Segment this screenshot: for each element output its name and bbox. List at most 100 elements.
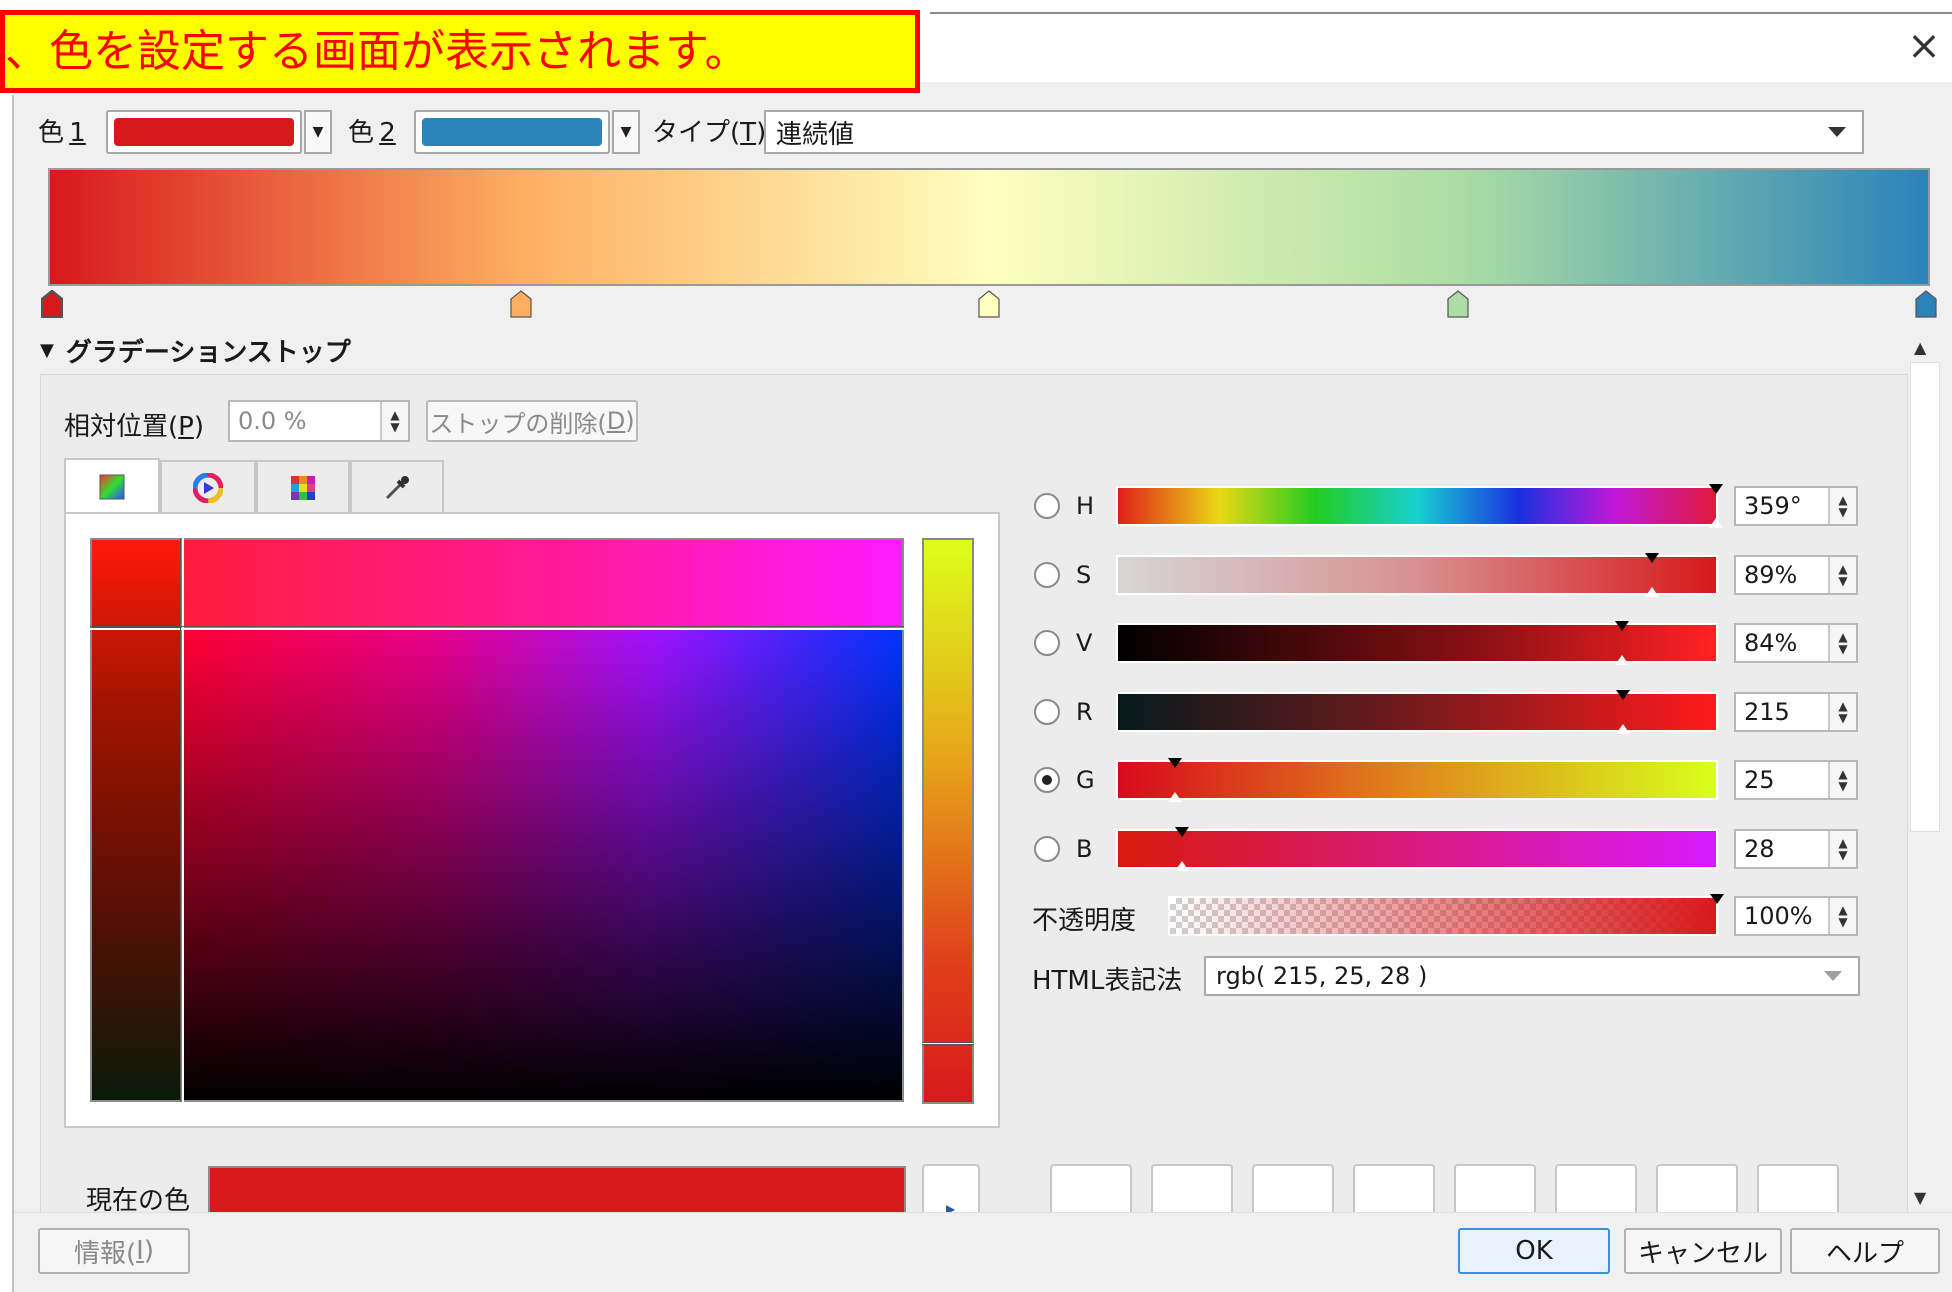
gradient-stop-marker[interactable] bbox=[509, 290, 532, 318]
close-button[interactable]: × bbox=[1900, 22, 1948, 70]
color-area-picker[interactable] bbox=[182, 628, 904, 1102]
channel-slider-handle[interactable] bbox=[1614, 621, 1629, 631]
color2-dropdown-button[interactable]: ▼ bbox=[612, 110, 640, 154]
relative-position-label: 相対位置(P) bbox=[64, 412, 204, 442]
channel-label-b: B bbox=[1076, 834, 1093, 863]
gradient-stop-marker[interactable] bbox=[1915, 290, 1937, 318]
channel-label-g: G bbox=[1076, 766, 1095, 794]
channel-slider-g[interactable] bbox=[1116, 760, 1718, 800]
channel-slider-handle-bottom bbox=[1616, 723, 1631, 734]
info-button[interactable]: 情報(I) bbox=[38, 1228, 190, 1274]
channel-slider-handle[interactable] bbox=[1167, 758, 1182, 768]
type-label: タイプ(T) bbox=[652, 118, 767, 148]
channel-slider-handle[interactable] bbox=[1175, 826, 1190, 837]
chevron-down-icon bbox=[1828, 127, 1846, 137]
html-notation-input[interactable]: rgb( 215, 25, 28 ) bbox=[1204, 956, 1860, 996]
previous-color-button[interactable]: ▶ bbox=[922, 1164, 980, 1216]
channel-radio-v[interactable] bbox=[1034, 630, 1060, 656]
tab-swatch-grid[interactable] bbox=[256, 460, 350, 514]
channel-slider-handle[interactable] bbox=[1644, 552, 1659, 563]
channel-radio-h[interactable] bbox=[1034, 493, 1060, 519]
type-select-value: 連続値 bbox=[776, 119, 855, 150]
opacity-label: 不透明度 bbox=[1032, 906, 1137, 936]
channel-spinbox-r[interactable]: 215 ▲ ▼ bbox=[1734, 691, 1858, 732]
channel-value: 25 bbox=[1744, 766, 1775, 794]
spin-arrows-icon[interactable]: ▲ ▼ bbox=[1828, 556, 1856, 593]
channel-slider-b[interactable] bbox=[1116, 828, 1718, 869]
swatch-cell[interactable] bbox=[1555, 1164, 1637, 1214]
spin-arrows-icon[interactable]: ▲ ▼ bbox=[380, 402, 408, 440]
color1-button[interactable] bbox=[106, 110, 302, 154]
vertical-slider-handle[interactable] bbox=[922, 1042, 974, 1045]
color2-button[interactable] bbox=[414, 110, 610, 154]
spin-arrows-icon[interactable]: ▲ ▼ bbox=[1828, 762, 1856, 798]
gradient-stop-marker[interactable] bbox=[40, 289, 64, 319]
chevron-down-icon[interactable] bbox=[1824, 971, 1842, 981]
channel-slider-handle-bottom bbox=[1709, 518, 1724, 528]
color1-label: 色 1 bbox=[38, 118, 86, 148]
relative-position-spinbox[interactable]: 0.0 % ▲ ▼ bbox=[228, 400, 410, 442]
channel-spinbox-b[interactable]: 28 ▲ ▼ bbox=[1734, 828, 1858, 869]
gradient-stop-marker[interactable] bbox=[1446, 290, 1469, 318]
window-left-edge bbox=[12, 95, 14, 1292]
channel-radio-g[interactable] bbox=[1034, 767, 1060, 793]
color-vertical-slider[interactable] bbox=[922, 538, 974, 1104]
swatch-cell[interactable] bbox=[1353, 1164, 1435, 1214]
channel-radio-s[interactable] bbox=[1034, 561, 1060, 588]
scrollbar-thumb[interactable] bbox=[1910, 362, 1940, 832]
ok-button[interactable]: OK bbox=[1458, 1228, 1610, 1274]
delete-stop-button[interactable]: ストップの削除(D) bbox=[426, 400, 638, 442]
spin-arrows-icon[interactable]: ▲ ▼ bbox=[1828, 488, 1856, 524]
color-area-left-strip[interactable] bbox=[90, 538, 182, 1102]
swatch-cell[interactable] bbox=[1252, 1164, 1334, 1214]
channel-slider-s[interactable] bbox=[1116, 554, 1718, 595]
opacity-slider-handle[interactable] bbox=[1710, 894, 1724, 904]
collapse-triangle-icon: ▼ bbox=[40, 339, 54, 361]
window-top-edge bbox=[930, 12, 1952, 14]
spin-arrows-icon[interactable]: ▲ ▼ bbox=[1828, 693, 1856, 730]
channel-slider-handle[interactable] bbox=[1709, 484, 1724, 494]
color-area-crosshair-shadow-v bbox=[180, 538, 181, 1102]
swatch-cell[interactable] bbox=[1454, 1164, 1536, 1214]
spin-arrows-icon[interactable]: ▲ ▼ bbox=[1828, 625, 1856, 661]
tab-color-wheel[interactable] bbox=[160, 460, 256, 514]
scroll-up-icon[interactable]: ▲ bbox=[1914, 338, 1926, 357]
chevron-down-icon: ▼ bbox=[620, 124, 632, 140]
swatch-cell[interactable] bbox=[1757, 1164, 1839, 1214]
gradient-preview[interactable] bbox=[48, 168, 1930, 286]
help-button[interactable]: ヘルプ bbox=[1790, 1228, 1940, 1274]
color-area-top-strip[interactable] bbox=[182, 538, 904, 628]
tab-eyedropper[interactable] bbox=[350, 460, 444, 514]
caption-banner: 、色を設定する画面が表示されます。 bbox=[0, 10, 920, 93]
channel-spinbox-v[interactable]: 84% ▲ ▼ bbox=[1734, 623, 1858, 663]
color2-label: 色 2 bbox=[348, 118, 396, 148]
swatch-grid-tab-icon bbox=[291, 476, 315, 500]
color-area-crosshair-horizontal bbox=[90, 628, 904, 630]
current-color-swatch bbox=[208, 1166, 906, 1214]
gradient-stops-section-header[interactable]: ▼ グラデーションストップ bbox=[40, 330, 351, 370]
swatch-cell[interactable] bbox=[1050, 1164, 1132, 1214]
channel-radio-b[interactable] bbox=[1034, 835, 1060, 862]
channel-value: 89% bbox=[1744, 560, 1798, 589]
opacity-spinbox[interactable]: 100% ▲ ▼ bbox=[1734, 896, 1858, 936]
opacity-slider[interactable] bbox=[1168, 896, 1718, 936]
tab-color-ramp[interactable] bbox=[64, 458, 160, 514]
color1-dropdown-button[interactable]: ▼ bbox=[304, 110, 332, 154]
color2-swatch bbox=[422, 118, 602, 146]
stop-marker-icon bbox=[978, 290, 1000, 318]
channel-spinbox-h[interactable]: 359° ▲ ▼ bbox=[1734, 486, 1858, 526]
swatch-cell[interactable] bbox=[1656, 1164, 1738, 1214]
spin-arrows-icon[interactable]: ▲ ▼ bbox=[1828, 898, 1856, 934]
gradient-stop-marker[interactable] bbox=[978, 290, 1000, 318]
channel-slider-h[interactable] bbox=[1116, 486, 1718, 526]
channel-radio-r[interactable] bbox=[1034, 698, 1060, 725]
scroll-down-icon[interactable]: ▼ bbox=[1914, 1188, 1926, 1207]
cancel-button[interactable]: キャンセル bbox=[1624, 1228, 1782, 1274]
channel-slider-handle[interactable] bbox=[1616, 689, 1631, 700]
spin-arrows-icon[interactable]: ▲ ▼ bbox=[1828, 830, 1856, 867]
swatch-cell[interactable] bbox=[1151, 1164, 1233, 1214]
type-select[interactable]: 連続値 bbox=[764, 110, 1864, 154]
channel-spinbox-g[interactable]: 25 ▲ ▼ bbox=[1734, 760, 1858, 800]
channel-spinbox-s[interactable]: 89% ▲ ▼ bbox=[1734, 554, 1858, 595]
stop-marker-icon bbox=[40, 289, 64, 319]
